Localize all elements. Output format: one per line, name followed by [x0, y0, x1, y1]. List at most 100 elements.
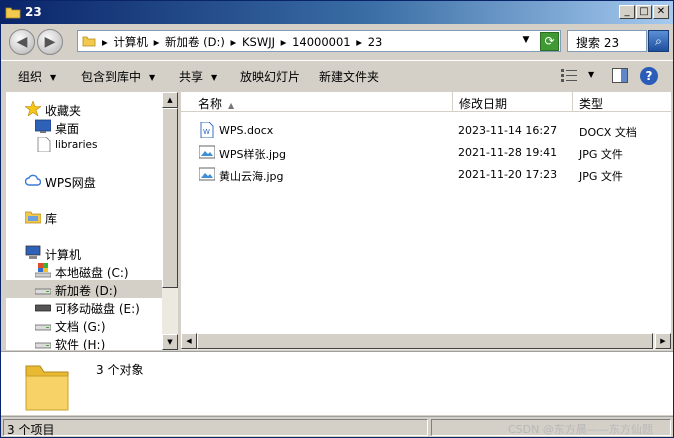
nav-item-libraries-link[interactable]: libraries	[6, 136, 162, 154]
forward-button[interactable]: ▶	[37, 29, 63, 55]
column-header-name[interactable]: 名称 ▲	[191, 92, 453, 112]
file-name: 黄山云海.jpg	[219, 170, 284, 183]
docx-icon: W	[200, 122, 214, 138]
nav-label-new-volume-d: 新加卷 (D:)	[55, 284, 118, 298]
slideshow-button[interactable]: 放映幻灯片	[240, 68, 300, 85]
star-icon	[25, 101, 41, 116]
include-in-library-menu[interactable]: 包含到库中 ▼	[81, 68, 155, 85]
nav-item-documents-g[interactable]: 文档 (G:)	[6, 316, 162, 334]
breadcrumb-drive-d[interactable]: 新加卷 (D:)	[165, 35, 225, 49]
include-in-library-label: 包含到库中	[81, 70, 142, 84]
file-row[interactable]: 黄山云海.jpg 2021-11-20 17:23 JPG 文件	[181, 163, 671, 185]
scroll-left-icon[interactable]: ◀	[181, 333, 197, 349]
address-dropdown-icon[interactable]: ▼	[520, 35, 532, 47]
nav-scrollbar[interactable]: ▲ ▼	[162, 92, 178, 350]
nav-label-software-h: 软件 (H:)	[55, 338, 106, 350]
nav-item-desktop[interactable]: 桌面	[6, 118, 162, 136]
address-field[interactable]: ▸ 计算机 ▸ 新加卷 (D:) ▸ KSWJJ ▸ 14000001 ▸ 23…	[77, 30, 561, 52]
chevron-down-icon[interactable]: ▼	[588, 70, 594, 79]
file-list-hscrollbar[interactable]: ◀ ▶	[181, 333, 671, 350]
hard-drive-icon	[35, 342, 51, 349]
help-icon[interactable]: ?	[640, 67, 658, 85]
organize-menu[interactable]: 组织 ▼	[18, 68, 56, 85]
nav-item-local-disk-c[interactable]: 本地磁盘 (C:)	[6, 262, 162, 280]
nav-label-computer: 计算机	[45, 248, 82, 262]
hard-drive-icon	[35, 288, 51, 295]
file-row[interactable]: WPS样张.jpg 2021-11-28 19:41 JPG 文件	[181, 141, 671, 163]
status-cell-items: 3 个项目	[3, 419, 428, 437]
nav-item-removable-disk-e[interactable]: 可移动磁盘 (E:)	[6, 298, 162, 316]
breadcrumb-separator[interactable]: ▸	[231, 35, 237, 49]
nav-label-library: 库	[45, 212, 58, 226]
explorer-window: 23 _ □ ✕ ◀ ▶ ▸ 计算机 ▸ 新加卷 (D:) ▸ KSWJJ ▸ …	[0, 0, 674, 438]
back-button[interactable]: ◀	[9, 29, 35, 55]
nav-label-wps-drive: WPS网盘	[45, 176, 96, 190]
folder-icon	[82, 36, 96, 47]
nav-item-computer[interactable]: 计算机	[6, 244, 162, 262]
details-pane: 3 个对象	[1, 351, 673, 415]
sort-ascending-icon: ▲	[228, 101, 235, 110]
nav-label-documents-g: 文档 (G:)	[55, 320, 106, 334]
file-type: DOCX 文档	[579, 126, 637, 139]
chevron-down-icon: ▼	[211, 73, 218, 82]
document-icon	[37, 137, 51, 152]
close-button[interactable]: ✕	[653, 5, 669, 19]
nav-label-libraries-link: libraries	[55, 139, 98, 151]
nav-item-new-volume-d[interactable]: 新加卷 (D:)	[6, 280, 162, 298]
svg-text:W: W	[203, 128, 210, 136]
maximize-button[interactable]: □	[636, 5, 652, 19]
preview-pane-icon[interactable]	[612, 68, 628, 83]
file-row[interactable]: W WPS.docx 2023-11-14 16:27 DOCX 文档	[181, 119, 671, 141]
cloud-icon	[25, 174, 41, 186]
jpg-icon	[199, 167, 215, 181]
file-type: JPG 文件	[579, 148, 623, 161]
column-header-type[interactable]: 类型	[573, 92, 671, 112]
nav-label-favorites: 收藏夹	[45, 104, 82, 118]
chevron-down-icon: ▼	[149, 73, 156, 82]
breadcrumb-23[interactable]: 23	[368, 35, 383, 49]
chevron-down-icon: ▼	[50, 73, 57, 82]
nav-item-library[interactable]: 库	[6, 208, 162, 226]
status-cell-extra: CSDN @东方晨——东方仙题	[431, 419, 671, 436]
minimize-button[interactable]: _	[619, 5, 635, 19]
file-date: 2021-11-20 17:23	[458, 168, 558, 181]
breadcrumb-separator[interactable]: ▸	[281, 35, 287, 49]
navigation-pane: 收藏夹 桌面 libraries WPS网盘 库 计算机 本地磁盘 (C:) 新…	[6, 92, 162, 350]
search-input[interactable]: 搜索 23	[567, 30, 647, 52]
breadcrumb-computer[interactable]: 计算机	[113, 35, 148, 49]
title-bar[interactable]: 23 _ □ ✕	[1, 1, 673, 24]
view-options-icon[interactable]	[561, 69, 577, 82]
search-icon[interactable]: ⌕	[648, 30, 669, 52]
share-label: 共享	[179, 70, 204, 84]
computer-icon	[25, 245, 41, 259]
nav-item-software-h[interactable]: 软件 (H:)	[6, 334, 162, 350]
address-bar-area: ◀ ▶ ▸ 计算机 ▸ 新加卷 (D:) ▸ KSWJJ ▸ 14000001 …	[1, 24, 673, 59]
column-header-date[interactable]: 修改日期	[453, 92, 573, 112]
scroll-right-icon[interactable]: ▶	[655, 333, 671, 349]
nav-item-favorites[interactable]: 收藏夹	[6, 100, 162, 118]
scroll-down-icon[interactable]: ▼	[162, 334, 178, 350]
nav-label-local-disk-c: 本地磁盘 (C:)	[55, 266, 129, 280]
breadcrumb-14000001[interactable]: 14000001	[292, 35, 351, 49]
breadcrumb-separator[interactable]: ▸	[154, 35, 160, 49]
library-icon	[25, 211, 41, 224]
scroll-thumb[interactable]	[162, 108, 178, 288]
breadcrumb-separator[interactable]: ▸	[356, 35, 362, 49]
breadcrumb-separator[interactable]: ▸	[102, 35, 108, 49]
nav-item-wps-drive[interactable]: WPS网盘	[6, 172, 162, 190]
watermark-text: CSDN @东方晨——东方仙题	[508, 423, 653, 436]
status-bar: 3 个项目 CSDN @东方晨——东方仙题	[1, 416, 673, 437]
breadcrumb: ▸ 计算机 ▸ 新加卷 (D:) ▸ KSWJJ ▸ 14000001 ▸ 23	[102, 34, 384, 50]
file-date: 2021-11-28 19:41	[458, 146, 558, 159]
hard-drive-icon	[35, 324, 51, 331]
file-type: JPG 文件	[579, 170, 623, 183]
scroll-up-icon[interactable]: ▲	[162, 92, 178, 108]
new-folder-button[interactable]: 新建文件夹	[319, 68, 379, 85]
breadcrumb-kswjj[interactable]: KSWJJ	[242, 35, 275, 49]
share-menu[interactable]: 共享 ▼	[179, 68, 217, 85]
file-name: WPS.docx	[219, 124, 274, 137]
scroll-thumb[interactable]	[197, 333, 653, 349]
jpg-icon	[199, 145, 215, 159]
refresh-icon[interactable]: ⟳	[540, 32, 559, 51]
column-name-label: 名称	[198, 97, 223, 111]
